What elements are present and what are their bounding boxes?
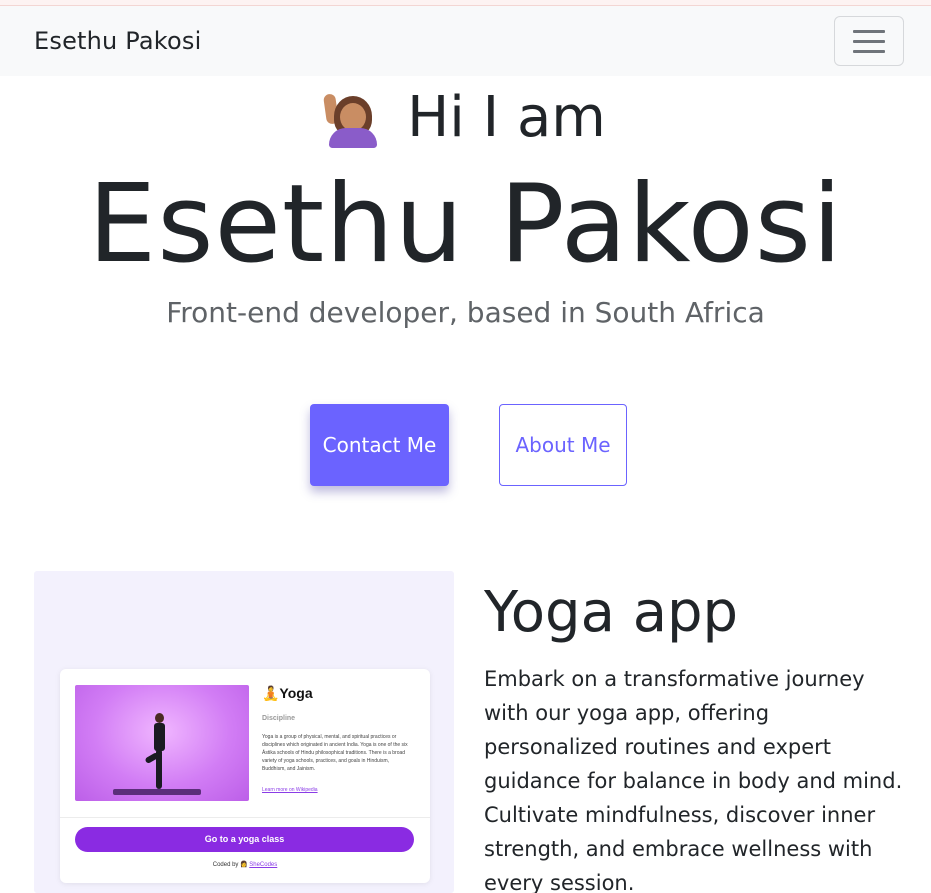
navbar-brand[interactable]: Esethu Pakosi <box>34 27 202 55</box>
woman-raising-hand-icon <box>323 88 383 148</box>
preview-label: Discipline <box>262 715 296 722</box>
preview-yoga-class-button: Go to a yoga class <box>75 827 414 852</box>
preview-description: Yoga is a group of physical, mental, and… <box>262 734 408 772</box>
preview-wikipedia-link: Learn more on Wikipedia <box>262 787 318 793</box>
project-title: Yoga app <box>484 580 739 645</box>
project-description: Embark on a transformative journey with … <box>484 667 903 893</box>
preview-footer-prefix: Coded by 👩 <box>212 862 250 868</box>
hero-greeting: Hi I am <box>0 82 931 154</box>
contact-me-button[interactable]: Contact Me <box>310 404 449 486</box>
project-preview-card[interactable]: 🧘Yoga Discipline Yoga is a group of phys… <box>34 571 454 893</box>
greeting-text: Hi I am <box>407 85 606 150</box>
navbar: Esethu Pakosi <box>0 6 931 76</box>
navbar-toggler-button[interactable] <box>834 16 904 66</box>
yoga-app-screenshot: 🧘Yoga Discipline Yoga is a group of phys… <box>60 669 430 883</box>
hero-name: Esethu Pakosi <box>87 162 844 287</box>
hero-tagline: Front-end developer, based in South Afri… <box>166 296 765 329</box>
yoga-pose-image <box>75 685 249 801</box>
preview-footer: Coded by 👩 SheCodes <box>60 861 430 868</box>
preview-title: 🧘Yoga <box>262 685 313 701</box>
about-me-button[interactable]: About Me <box>499 404 627 486</box>
preview-divider <box>60 817 430 818</box>
preview-footer-link: SheCodes <box>249 862 278 868</box>
